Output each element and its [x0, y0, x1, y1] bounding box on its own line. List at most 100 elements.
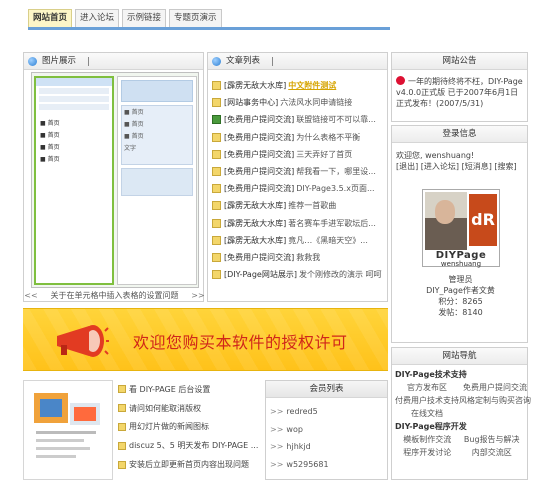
article-list-title: 文章列表 — [226, 56, 261, 66]
doc-icon — [212, 235, 221, 245]
announcement-text[interactable]: 一年的期待终将不枉，DIY-Page v4.0.0正式版 已于2007年6月1日… — [396, 77, 523, 108]
divider — [272, 56, 274, 66]
login-info-header: 登录信息 — [392, 126, 527, 143]
tab-sample-links[interactable]: 示例链接 — [122, 9, 167, 27]
user-points: 积分：8265 — [438, 297, 483, 306]
doc-icon — [212, 201, 221, 211]
list-item[interactable]: >> wop — [266, 421, 387, 439]
list-item[interactable]: >> redred5 — [266, 403, 387, 421]
user-actions[interactable]: [退出] [进入论坛] [短消息] [搜索] — [396, 161, 523, 172]
article-list-panel: 文章列表 [霹雳无敌大水库] 中文附件测试 [网站事务中心] 六法风水同申请链接 [… — [207, 52, 388, 302]
nav-link[interactable]: 程序开发讨论 — [395, 446, 460, 459]
nav-link[interactable]: 风格定制与购买咨询 — [459, 394, 531, 407]
image-showcase-panel: 图片展示 ■ 首页 ■ 首页 ■ 首页 ■ 首页 ■ 首页 ■ 首页 ■ 首页 … — [23, 52, 205, 302]
double-chevron-icon: >> — [270, 459, 284, 469]
doc-icon — [118, 422, 126, 431]
megaphone-icon — [57, 325, 109, 357]
nav-link[interactable]: Bug报告与解决 — [460, 433, 525, 446]
showcase-nav: << 关于在单元格中插入表格的设置问题 >> — [24, 289, 205, 301]
nav-underline — [28, 27, 390, 30]
nav-links: 官方发布区 免费用户提问交流 付费用户技术支持 风格定制与购买咨询 在线文档 — [395, 381, 531, 420]
list-item[interactable]: [霹雳无敌大水库] 竟凡…《黑暗天空》... — [212, 232, 388, 249]
news-list: 看 DIY-PAGE 后台设置 请问如何能取消版权 用幻灯片做的新闻图标 dis… — [118, 380, 263, 474]
list-item[interactable]: [免费用户提问交流] DIY-Page3.5.x页面... — [212, 180, 388, 197]
user-title: DIY_Page作者文黄 — [426, 286, 495, 295]
list-item[interactable]: [免费用户提问交流] 帮我看一下，哪里设... — [212, 163, 388, 180]
list-item[interactable]: [免费用户提问交流] 三天弄好了首页 — [212, 146, 388, 163]
tab-forum[interactable]: 进入论坛 — [75, 9, 120, 27]
double-chevron-icon: >> — [270, 442, 284, 451]
article-list-header: 文章列表 — [208, 53, 387, 70]
article-list: [霹雳无敌大水库] 中文附件测试 [网站事务中心] 六法风水同申请链接 [免费用户提… — [212, 77, 388, 283]
list-item[interactable]: >> w5295681 — [266, 456, 387, 474]
user-role: 管理员 — [448, 275, 473, 284]
list-item[interactable]: [免费用户提问交流] 救救我 — [212, 249, 388, 266]
avatar-username: wenshuang — [440, 260, 482, 268]
list-item[interactable]: [网站事务中心] 六法风水同申请链接 — [212, 94, 388, 111]
showcase-image[interactable]: ■ 首页 ■ 首页 ■ 首页 ■ 首页 ■ 首页 ■ 首页 ■ 首页 文字 — [31, 72, 199, 288]
doc-icon — [212, 270, 221, 280]
member-list: >> redred5 >> wop >> hjhkjd >> w5295681 — [266, 403, 387, 473]
login-info-title: 登录信息 — [442, 129, 477, 139]
banner-text: 欢迎您购买本软件的授权许可 — [133, 333, 348, 352]
logo-mark: dR — [469, 194, 497, 246]
list-item[interactable]: [霹雳无敌大水库] 著名赛车手进军歌坛后... — [212, 215, 388, 232]
doc-icon — [212, 184, 221, 194]
alert-icon — [396, 76, 405, 85]
nav-link[interactable]: 付费用户技术支持 — [395, 394, 459, 407]
user-face — [435, 200, 455, 224]
list-item[interactable]: [霹雳无敌大水库] 中文附件测试 — [212, 77, 388, 94]
tab-topic-demo[interactable]: 专题页演示 — [169, 9, 222, 27]
list-item[interactable]: 看 DIY-PAGE 后台设置 — [118, 380, 263, 399]
doc-icon — [212, 149, 221, 159]
nav-link[interactable]: 免费用户提问交流 — [459, 381, 531, 394]
doc-icon — [212, 167, 221, 177]
member-list-header: 会员列表 — [266, 381, 387, 398]
tab-home[interactable]: 网站首页 — [28, 9, 73, 27]
next-arrow-icon[interactable]: >> — [191, 291, 205, 300]
promo-banner[interactable]: 欢迎您购买本软件的授权许可 — [23, 308, 388, 371]
announcement-body: 一年的期待终将不枉，DIY-Page v4.0.0正式版 已于2007年6月1日… — [392, 70, 527, 109]
doc-icon — [212, 218, 221, 228]
user-posts: 发帖：8140 — [438, 308, 483, 317]
login-info-panel: 登录信息 欢迎您, wenshuang! [退出] [进入论坛] [短消息] [… — [391, 125, 528, 343]
doc-icon — [118, 404, 126, 413]
member-list-panel: 会员列表 >> redred5 >> wop >> hjhkjd >> w5295681 — [265, 380, 388, 480]
doc-icon — [118, 441, 126, 450]
divider — [88, 56, 90, 66]
double-chevron-icon: >> — [270, 424, 284, 434]
nav-links: 模板制作交流 Bug报告与解决 程序开发讨论 内部交流区 — [395, 433, 524, 459]
list-item[interactable]: >> hjhkjd — [266, 438, 387, 456]
nav-link[interactable]: 在线文档 — [395, 407, 459, 420]
image-showcase-title: 图片展示 — [42, 56, 77, 66]
showcase-caption[interactable]: 关于在单元格中插入表格的设置问题 — [38, 290, 191, 301]
thumb-right-pane: ■ 首页 ■ 首页 ■ 首页 文字 — [117, 76, 197, 285]
nav-link[interactable]: 官方发布区 — [395, 381, 459, 394]
site-nav-title: 网站导航 — [442, 351, 477, 361]
product-box-image[interactable] — [23, 380, 113, 480]
site-nav-header: 网站导航 — [392, 348, 527, 365]
doc-icon — [212, 252, 221, 262]
list-item[interactable]: 请问如何能取消版权 — [118, 399, 263, 418]
doc-icon — [118, 460, 126, 469]
announcement-title: 网站公告 — [442, 56, 477, 66]
nav-link[interactable]: 内部交流区 — [460, 446, 525, 459]
list-item[interactable]: 用幻灯片做的新闻图标 — [118, 418, 263, 437]
nav-link[interactable]: 模板制作交流 — [395, 433, 460, 446]
doc-icon — [212, 81, 221, 91]
login-body: 欢迎您, wenshuang! [退出] [进入论坛] [短消息] [搜索] — [392, 143, 527, 172]
list-item[interactable]: [免费用户提问交流] 联盟链接可不可以靠... — [212, 111, 388, 128]
nav-section-title[interactable]: DIY-Page程序开发 — [395, 420, 524, 433]
avatar[interactable]: dR DIYPage wenshuang — [422, 189, 500, 268]
welcome-text: 欢迎您, wenshuang! — [396, 151, 475, 160]
nav-section-title[interactable]: DIY-Page技术支持 — [395, 368, 524, 381]
list-item[interactable]: [霹雳无敌大水库] 推荐一首歌曲 — [212, 197, 388, 214]
top-nav: 网站首页 进入论坛 示例链接 专题页演示 — [28, 9, 225, 27]
list-item[interactable]: 安装后立即更新首页内容出现问题 — [118, 455, 263, 474]
prev-arrow-icon[interactable]: << — [24, 291, 38, 300]
list-item[interactable]: [DIY-Page网站展示] 发个刚修改的演示 呵呵 — [212, 266, 388, 283]
product-box-icon — [30, 387, 106, 475]
list-item[interactable]: discuz 5、5 明天发布 DIY-PAGE ... — [118, 436, 263, 455]
list-item[interactable]: [免费用户提问交流] 为什么表格不平衡 — [212, 129, 388, 146]
thumb-left-pane: ■ 首页 ■ 首页 ■ 首页 ■ 首页 — [34, 76, 114, 285]
